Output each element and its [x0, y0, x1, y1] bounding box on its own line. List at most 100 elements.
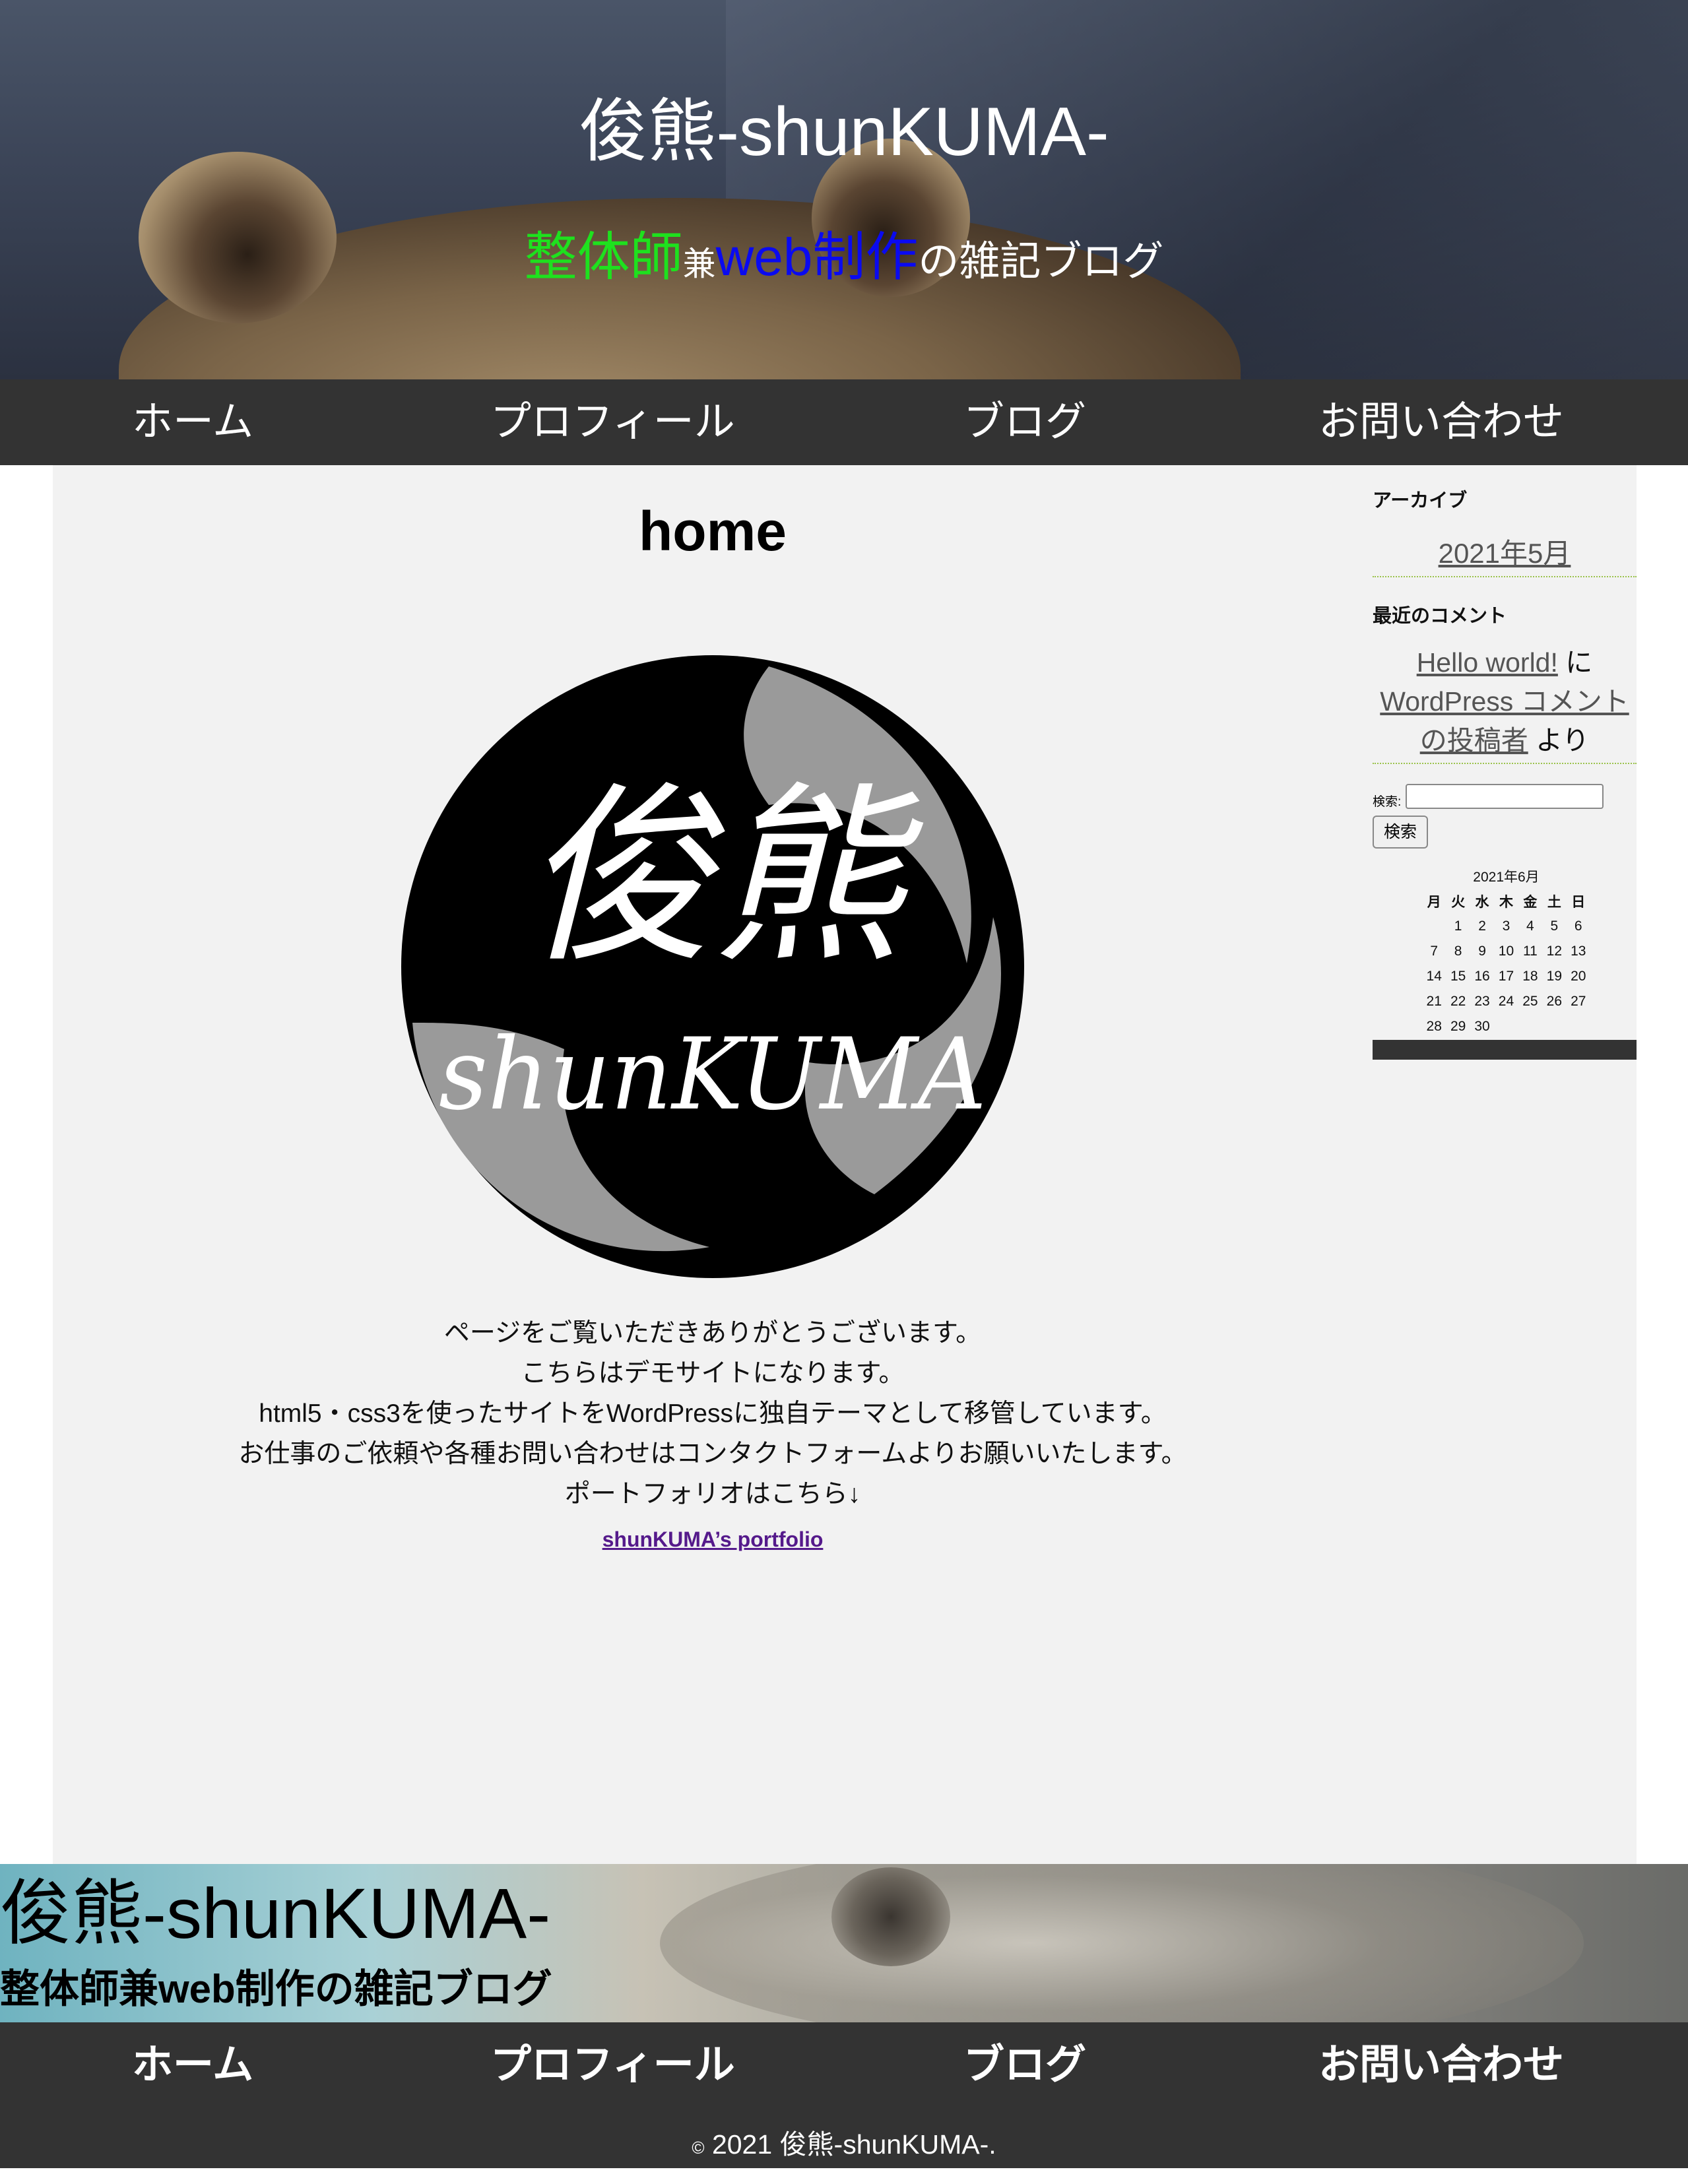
- footer-nav-contact[interactable]: お問い合わせ: [1318, 2022, 1564, 2108]
- intro-message: ページをご覧いただきありがとうございます。 こちらはデモサイトになります。 ht…: [53, 1313, 1373, 1514]
- calendar-day: 25: [1522, 994, 1538, 1009]
- archive-list: 2021年5月: [1373, 532, 1637, 575]
- comment-author-link[interactable]: WordPress コメントの投稿者: [1380, 686, 1629, 755]
- main-area: home 俊熊 shunKUMA ページをご覧いただきありがとうございます。 こ…: [53, 465, 1637, 1864]
- message-line: お仕事のご依頼や各種お問い合わせはコンタクトフォームよりお願いいたします。: [238, 1440, 1187, 1468]
- footer-nav-home[interactable]: ホーム: [132, 2022, 253, 2108]
- main-content: home 俊熊 shunKUMA ページをご覧いただきありがとうございます。 こ…: [53, 465, 1373, 1864]
- calendar-week: 123456: [1422, 914, 1590, 939]
- calendar-day: 17: [1498, 969, 1514, 984]
- calendar-day: 10: [1498, 944, 1514, 959]
- calendar-week: 28 29 30: [1422, 1014, 1590, 1039]
- message-line: こちらはデモサイトになります。: [521, 1359, 905, 1388]
- footer-bear-image: [660, 1864, 1584, 2022]
- calendar-empty-cell: [1494, 1014, 1518, 1039]
- footer-site-tagline: 整体師兼web制作の雑記ブログ: [0, 1967, 552, 2011]
- footer-bear-ear: [831, 1867, 950, 1966]
- calendar-day: 21: [1426, 994, 1442, 1009]
- calendar-empty-cell: [1542, 1014, 1566, 1039]
- calendar-day: 11: [1522, 944, 1538, 959]
- copyright-text: 2021 俊熊-shunKUMA-.: [711, 2129, 996, 2160]
- recent-comments-title: 最近のコメント: [1373, 606, 1507, 627]
- sidebar: アーカイブ 2021年5月 最近のコメント Hello world! に Wor…: [1373, 465, 1637, 1864]
- calendar-day: 13: [1571, 944, 1586, 959]
- calendar-week: 14 15 16 17 18 19 20: [1422, 964, 1590, 989]
- calendar-day: 27: [1571, 994, 1586, 1009]
- footer-nav-blog[interactable]: ブログ: [963, 2022, 1086, 2108]
- calendar-week: 21 22 23 24 25 26 27: [1422, 989, 1590, 1014]
- calendar-day: 4: [1526, 918, 1534, 934]
- calendar-day: 14: [1426, 969, 1442, 984]
- search-button[interactable]: 検索: [1373, 816, 1428, 849]
- calendar-day: 2: [1478, 918, 1486, 934]
- message-line: html5・css3を使ったサイトをWordPressに独自テーマとして移管して…: [259, 1399, 1167, 1428]
- calendar-day: 22: [1450, 994, 1466, 1009]
- footer-nav-profile[interactable]: プロフィール: [490, 2022, 735, 2108]
- nav-blog[interactable]: ブログ: [963, 379, 1086, 465]
- comment-ni: に: [1565, 647, 1593, 678]
- message-line: ページをご覧いただきありがとうございます。: [443, 1319, 982, 1347]
- tagline-seitaishi: 整体師: [524, 228, 683, 286]
- calendar-header: 木: [1499, 895, 1513, 910]
- widget-divider: [1373, 576, 1637, 577]
- archive-link-2021-05[interactable]: 2021年5月: [1439, 538, 1571, 569]
- calendar-day: 1: [1454, 918, 1462, 934]
- nav-profile[interactable]: プロフィール: [490, 379, 735, 465]
- logo-kanji: 俊熊: [521, 767, 925, 989]
- calendar-day: 9: [1478, 944, 1486, 959]
- portfolio-link[interactable]: shunKUMA’s portfolio: [602, 1527, 824, 1551]
- footer-site-title: 俊熊-shunKUMA-: [0, 1873, 551, 1953]
- message-line: ポートフォリオはこちら↓: [564, 1480, 861, 1508]
- nav-contact[interactable]: お問い合わせ: [1318, 379, 1564, 465]
- calendar-day: 18: [1522, 969, 1538, 984]
- calendar-nav-link[interactable]: [1485, 1045, 1524, 1054]
- calendar-empty-cell: [1518, 1014, 1542, 1039]
- calendar-day: 8: [1454, 944, 1462, 959]
- calendar-day: 23: [1474, 994, 1490, 1009]
- recent-comment-item: Hello world! に WordPress コメントの投稿者 より: [1373, 643, 1637, 760]
- calendar-day: 20: [1571, 969, 1586, 984]
- calendar-header: 水: [1475, 895, 1489, 910]
- calendar-day: 24: [1498, 994, 1514, 1009]
- calendar-day: 7: [1430, 944, 1439, 959]
- calendar-nav-bar: [1373, 1040, 1637, 1060]
- calendar-day: 5: [1550, 918, 1559, 934]
- search-label: 検索:: [1373, 795, 1402, 809]
- calendar-day: 12: [1546, 944, 1562, 959]
- main-nav: ホーム プロフィール ブログ お問い合わせ: [0, 379, 1688, 465]
- calendar-day: 30: [1474, 1019, 1490, 1034]
- calendar-day: 16: [1474, 969, 1490, 984]
- calendar-day: 6: [1574, 918, 1582, 934]
- calendar-header: 日: [1571, 895, 1586, 910]
- nav-home[interactable]: ホーム: [132, 379, 253, 465]
- site-header: 俊熊-shunKUMA- 整体師兼web制作の雑記ブログ: [0, 0, 1688, 379]
- calendar-day: 28: [1426, 1019, 1442, 1034]
- page-title: home: [638, 500, 787, 562]
- calendar-header: 月: [1427, 895, 1441, 910]
- site-tagline: 整体師兼web制作の雑記ブログ: [0, 224, 1688, 297]
- site-title[interactable]: 俊熊-shunKUMA-: [0, 89, 1688, 175]
- calendar-day: 19: [1546, 969, 1562, 984]
- comment-yori: より: [1536, 725, 1590, 755]
- widget-divider: [1373, 763, 1637, 764]
- calendar-day: 29: [1450, 1019, 1466, 1034]
- tagline-blog: の雑記ブログ: [918, 239, 1164, 284]
- calendar-week: 7 8 9 10 11 12 13: [1422, 939, 1590, 964]
- calendar-day: 15: [1450, 969, 1466, 984]
- calendar-header: 金: [1523, 895, 1538, 910]
- copyright: © 2021 俊熊-shunKUMA-.: [0, 2108, 1688, 2168]
- calendar-body: 1 2 3 4 5 6 7 8 9 10 11 12 13 14 15 16 17 18 19 20 21 22 23 24 2…: [1422, 914, 1590, 1039]
- calendar-empty-cell: [1422, 914, 1446, 939]
- calendar-day: 26: [1546, 994, 1562, 1009]
- copyright-symbol: ©: [692, 2138, 705, 2158]
- tagline-ken: 兼: [682, 245, 716, 282]
- calendar: 2021年6月 月 火 水 木 金 土 日 1 2 3 4 5 6 7 8 9 10 11 12 13 1…: [1422, 866, 1590, 1039]
- calendar-day: 3: [1502, 918, 1510, 934]
- calendar-header: 火: [1451, 895, 1466, 910]
- footer-nav: ホーム プロフィール ブログ お問い合わせ: [0, 2022, 1688, 2108]
- search-input[interactable]: [1406, 784, 1604, 809]
- tagline-web: web制作: [715, 228, 919, 286]
- calendar-caption: 2021年6月: [1473, 870, 1540, 885]
- comment-post-link[interactable]: Hello world!: [1417, 647, 1558, 678]
- calendar-header: 土: [1547, 895, 1561, 910]
